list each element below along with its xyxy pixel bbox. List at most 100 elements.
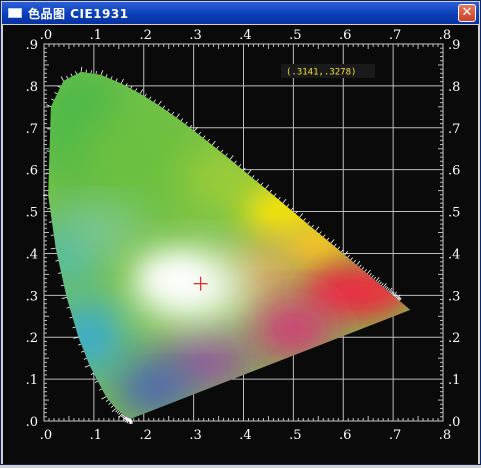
locus-tick bbox=[239, 164, 241, 166]
x-tick-label-bottom: .7 bbox=[389, 428, 401, 443]
locus-tick bbox=[283, 199, 286, 203]
locus-tick bbox=[58, 273, 61, 274]
locus-tick bbox=[308, 222, 310, 224]
locus-tick bbox=[351, 258, 353, 260]
spectral-locus-gamut bbox=[34, 61, 413, 419]
locus-tick bbox=[248, 170, 251, 174]
locus-tick bbox=[348, 255, 350, 257]
locus-tick bbox=[84, 358, 87, 359]
locus-tick bbox=[81, 67, 82, 72]
x-tick-labels-bottom: .0.1.2.3.4.5.6.7.8 bbox=[40, 428, 451, 443]
locus-tick bbox=[54, 93, 57, 94]
x-tick-label-top: .3 bbox=[189, 28, 201, 43]
locus-tick bbox=[106, 74, 107, 77]
y-tick-label-right: .2 bbox=[448, 331, 460, 346]
locus-tick bbox=[101, 70, 103, 75]
locus-tick bbox=[369, 273, 371, 275]
locus-tick bbox=[111, 76, 112, 79]
locus-tick bbox=[199, 132, 201, 134]
locus-tick bbox=[381, 283, 383, 285]
x-tick-label-top: .4 bbox=[239, 28, 251, 43]
locus-tick bbox=[168, 109, 170, 111]
y-tick-label-right: .6 bbox=[448, 164, 460, 179]
y-tick-label-left: .6 bbox=[26, 164, 38, 179]
locus-tick bbox=[172, 112, 174, 114]
locus-tick bbox=[316, 227, 319, 231]
locus-tick bbox=[212, 141, 215, 145]
locus-tick bbox=[367, 270, 370, 274]
y-tick-label-right: .8 bbox=[448, 80, 460, 95]
locus-tick bbox=[374, 277, 376, 279]
y-tick-labels-right: .0.1.2.3.4.5.6.7.8.9 bbox=[448, 38, 460, 430]
gamut-color-blob bbox=[64, 207, 144, 249]
locus-tick bbox=[354, 260, 356, 262]
locus-tick bbox=[163, 106, 165, 108]
locus-tick bbox=[51, 248, 56, 249]
locus-tick bbox=[320, 232, 322, 234]
locus-tick bbox=[235, 161, 237, 163]
locus-tick bbox=[51, 99, 54, 100]
locus-tick bbox=[387, 288, 389, 290]
locus-tick bbox=[323, 235, 325, 237]
y-tick-label-left: .9 bbox=[26, 38, 38, 53]
y-tick-label-left: .4 bbox=[26, 247, 38, 262]
y-tick-label-right: .5 bbox=[448, 206, 460, 221]
locus-tick bbox=[287, 204, 289, 206]
y-tick-label-left: .5 bbox=[26, 206, 38, 221]
locus-tick bbox=[78, 344, 81, 345]
locus-tick bbox=[390, 290, 392, 292]
locus-tick bbox=[61, 76, 63, 80]
x-tick-label-bottom: .5 bbox=[289, 428, 301, 443]
locus-tick bbox=[67, 307, 70, 308]
locus-tick bbox=[109, 403, 111, 405]
locus-tick bbox=[56, 260, 59, 261]
locus-tick bbox=[117, 411, 119, 413]
locus-tick bbox=[135, 88, 136, 91]
y-tick-label-right: .0 bbox=[448, 415, 460, 430]
x-tick-label-top: .1 bbox=[90, 28, 102, 43]
locus-tick bbox=[270, 190, 272, 192]
locus-tick bbox=[66, 76, 67, 79]
locus-tick bbox=[101, 397, 105, 399]
locus-tick bbox=[70, 317, 73, 318]
locus-tick bbox=[359, 265, 361, 267]
locus-tick bbox=[116, 79, 117, 82]
locus-tick bbox=[91, 373, 94, 374]
cie-chromaticity-chart: .0.1.2.3.4.5.6.7.8 .0.1.2.3.4.5.6.7.8 .0… bbox=[3, 25, 478, 464]
locus-tick bbox=[357, 261, 360, 265]
locus-tick bbox=[62, 297, 67, 298]
locus-tick bbox=[72, 327, 75, 328]
locus-tick bbox=[145, 94, 147, 97]
locus-tick bbox=[181, 119, 183, 121]
locus-tick bbox=[119, 412, 121, 414]
locus-tick bbox=[111, 406, 113, 408]
locus-tick bbox=[252, 175, 254, 177]
locus-tick bbox=[334, 244, 336, 246]
chromaticity-window: 色品图 CIE1931 ✕ bbox=[0, 0, 481, 465]
locus-tick bbox=[154, 100, 156, 103]
locus-tick bbox=[71, 74, 72, 77]
locus-tick bbox=[257, 179, 259, 181]
x-tick-labels-top: .0.1.2.3.4.5.6.7.8 bbox=[40, 28, 451, 43]
title-bar[interactable]: 色品图 CIE1931 ✕ bbox=[2, 2, 479, 24]
locus-tick bbox=[372, 275, 374, 277]
y-tick-label-right: .3 bbox=[448, 289, 460, 304]
gamut-color-blob bbox=[139, 258, 209, 300]
coordinate-readout: (.3141,.3278) bbox=[286, 68, 356, 78]
x-tick-label-bottom: .8 bbox=[439, 428, 451, 443]
locus-tick bbox=[95, 381, 98, 382]
locus-tick bbox=[61, 285, 64, 286]
locus-tick bbox=[106, 400, 108, 402]
locus-tick bbox=[312, 225, 314, 227]
x-tick-label-bottom: .2 bbox=[140, 428, 152, 443]
locus-tick bbox=[265, 185, 268, 189]
locus-tick bbox=[99, 389, 102, 390]
y-tick-label-right: .4 bbox=[448, 247, 460, 262]
x-tick-label-top: .0 bbox=[40, 28, 52, 43]
locus-tick bbox=[291, 208, 293, 210]
close-icon: ✕ bbox=[462, 5, 473, 20]
locus-tick bbox=[177, 114, 180, 118]
y-tick-label-left: .2 bbox=[26, 331, 38, 346]
locus-tick bbox=[304, 218, 306, 220]
close-button[interactable]: ✕ bbox=[458, 4, 476, 22]
